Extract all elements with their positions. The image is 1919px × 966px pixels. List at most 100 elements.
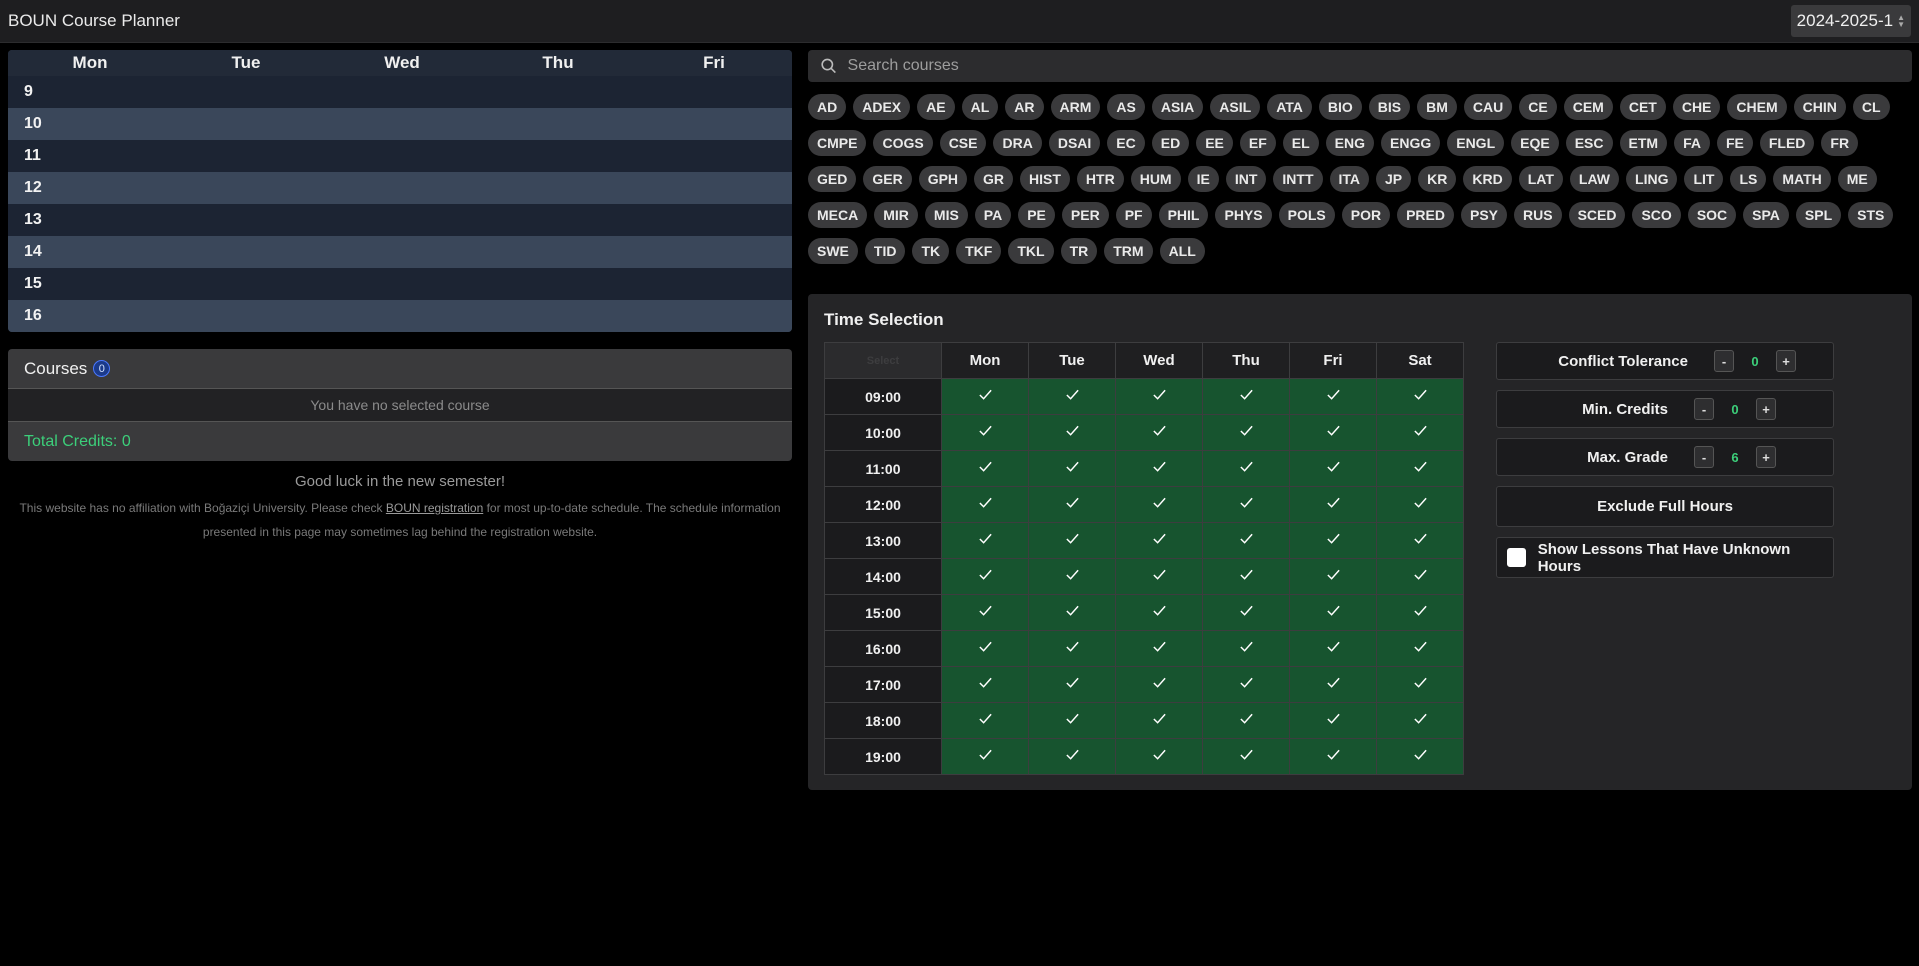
time-slot-cell[interactable] [1376,450,1464,487]
time-slot-cell[interactable] [1115,558,1203,595]
department-tag[interactable]: ME [1837,166,1877,192]
department-tag[interactable]: INT [1225,166,1267,192]
time-slot-cell[interactable] [1115,414,1203,451]
department-tag[interactable]: LAW [1569,166,1620,192]
select-all-corner[interactable]: Select [824,342,942,379]
time-slot-cell[interactable] [1202,594,1290,631]
time-grid-day-header[interactable]: Thu [1202,342,1290,379]
department-tag[interactable]: COGS [873,130,933,156]
department-tag[interactable]: GPH [918,166,968,192]
time-slot-cell[interactable] [1115,630,1203,667]
time-slot-cell[interactable] [1028,738,1116,775]
time-slot-cell[interactable] [1028,486,1116,523]
department-tag[interactable]: ESC [1565,130,1613,156]
time-slot-cell[interactable] [941,558,1029,595]
boun-registration-link[interactable]: BOUN registration [386,501,483,515]
department-tag[interactable]: EC [1107,130,1145,156]
time-slot-cell[interactable] [1115,522,1203,559]
time-slot-cell[interactable] [1376,594,1464,631]
semester-select[interactable]: 2024-2025-1 ▲ ▼ [1790,5,1911,37]
time-slot-cell[interactable] [1289,630,1377,667]
department-tag[interactable]: CHE [1672,94,1721,120]
time-slot-cell[interactable] [1202,702,1290,739]
department-tag[interactable]: TID [864,238,906,264]
time-slot-cell[interactable] [1376,414,1464,451]
department-tag[interactable]: EE [1196,130,1233,156]
time-slot-cell[interactable] [1028,558,1116,595]
time-slot-cell[interactable] [941,414,1029,451]
time-slot-cell[interactable] [1376,378,1464,415]
max-grade-increment-button[interactable]: + [1756,446,1776,468]
time-slot-cell[interactable] [1376,558,1464,595]
time-slot-cell[interactable] [1289,522,1377,559]
department-tag[interactable]: MIR [874,202,918,228]
department-tag[interactable]: IE [1187,166,1219,192]
department-tag[interactable]: POLS [1278,202,1335,228]
time-slot-cell[interactable] [1376,522,1464,559]
time-grid-time-label[interactable]: 17:00 [824,666,942,703]
department-tag[interactable]: AE [917,94,955,120]
time-slot-cell[interactable] [1115,702,1203,739]
time-slot-cell[interactable] [1115,594,1203,631]
time-slot-cell[interactable] [1028,630,1116,667]
department-tag[interactable]: STS [1848,202,1894,228]
time-slot-cell[interactable] [941,666,1029,703]
time-grid-time-label[interactable]: 15:00 [824,594,942,631]
department-tag[interactable]: ENGG [1381,130,1441,156]
time-slot-cell[interactable] [941,450,1029,487]
time-slot-cell[interactable] [1289,378,1377,415]
department-tag[interactable]: TK [912,238,950,264]
department-tag[interactable]: CHIN [1793,94,1846,120]
time-slot-cell[interactable] [941,594,1029,631]
department-tag[interactable]: EQE [1511,130,1559,156]
department-tag[interactable]: ENG [1325,130,1374,156]
department-tag[interactable]: CSE [939,130,987,156]
department-tag[interactable]: ED [1151,130,1190,156]
unknown-hours-checkbox[interactable] [1507,548,1526,567]
department-tag[interactable]: RUS [1514,202,1562,228]
department-tag[interactable]: GR [974,166,1014,192]
exclude-full-hours-button[interactable]: Exclude Full Hours [1496,486,1834,527]
department-tag[interactable]: CET [1619,94,1666,120]
department-tag[interactable]: CMPE [808,130,867,156]
department-tag[interactable]: TKL [1008,238,1054,264]
department-tag[interactable]: ADEX [853,94,911,120]
department-tag[interactable]: HIST [1020,166,1070,192]
department-tag[interactable]: PF [1115,202,1152,228]
department-tag[interactable]: ALL [1159,238,1205,264]
time-slot-cell[interactable] [1289,738,1377,775]
department-tag[interactable]: PE [1018,202,1055,228]
time-slot-cell[interactable] [1289,558,1377,595]
department-tag[interactable]: SCED [1568,202,1626,228]
department-tag[interactable]: PHYS [1215,202,1272,228]
time-grid-day-header[interactable]: Tue [1028,342,1116,379]
time-slot-cell[interactable] [1115,450,1203,487]
time-slot-cell[interactable] [1289,486,1377,523]
time-grid-time-label[interactable]: 11:00 [824,450,942,487]
min-credits-increment-button[interactable]: + [1756,398,1776,420]
department-tag[interactable]: AR [1005,94,1044,120]
department-tag[interactable]: DSAI [1048,130,1101,156]
department-tag[interactable]: BIO [1318,94,1362,120]
department-tag[interactable]: PSY [1460,202,1507,228]
time-slot-cell[interactable] [1376,702,1464,739]
department-tag[interactable]: GER [863,166,912,192]
time-slot-cell[interactable] [1028,450,1116,487]
time-slot-cell[interactable] [1202,414,1290,451]
department-tag[interactable]: MATH [1773,166,1831,192]
time-slot-cell[interactable] [1202,630,1290,667]
department-tag[interactable]: PER [1061,202,1109,228]
time-slot-cell[interactable] [1376,630,1464,667]
department-tag[interactable]: FLED [1759,130,1815,156]
department-tag[interactable]: KR [1418,166,1457,192]
min-credits-decrement-button[interactable]: - [1694,398,1714,420]
department-tag[interactable]: CL [1852,94,1890,120]
department-tag[interactable]: SCO [1632,202,1681,228]
department-tag[interactable]: ETM [1619,130,1668,156]
time-slot-cell[interactable] [1115,738,1203,775]
department-tag[interactable]: FR [1821,130,1859,156]
department-tag[interactable]: BM [1417,94,1457,120]
department-tag[interactable]: INTT [1273,166,1323,192]
department-tag[interactable]: BIS [1368,94,1411,120]
max-grade-decrement-button[interactable]: - [1694,446,1714,468]
